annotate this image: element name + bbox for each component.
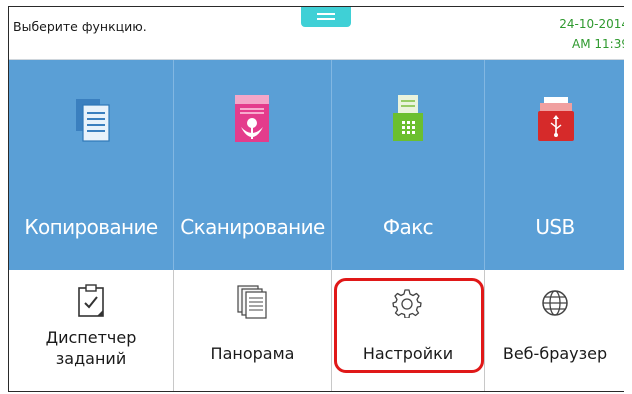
scan-icon (235, 95, 269, 142)
tile-copy-label: Копирование (24, 215, 158, 239)
tile-usb-label: USB (535, 215, 575, 239)
documents-icon (237, 285, 267, 319)
clipboard-check-icon (78, 284, 104, 317)
tile-fax-label: Факс (382, 215, 434, 239)
fax-icon (393, 95, 423, 141)
tile-scan-label: Сканирование (180, 215, 325, 239)
tile-fax[interactable]: Факс (332, 60, 484, 270)
tile-copy[interactable]: Копирование (9, 60, 173, 270)
date-display: 24-10-2014 (559, 17, 624, 31)
settings-highlight-frame (334, 278, 484, 373)
touch-screen: Выберите функцию. 24-10-2014 AM 11:39 Ко… (8, 6, 624, 392)
main-tiles: Копирование Сканирование Факс USB (9, 60, 624, 270)
tile-panorama-label: Панорама (210, 344, 295, 363)
usb-icon (538, 97, 574, 141)
tile-scan[interactable]: Сканирование (174, 60, 331, 270)
tile-job-manager-label-2: заданий (55, 349, 127, 368)
globe-icon (542, 290, 568, 316)
tile-usb[interactable]: USB (485, 60, 624, 270)
status-bar: Выберите функцию. 24-10-2014 AM 11:39 (9, 7, 624, 59)
tile-panorama[interactable]: Панорама (174, 270, 331, 391)
time-display: AM 11:39 (572, 37, 624, 51)
tile-web-browser[interactable]: Веб-браузер (485, 270, 624, 391)
bottom-tiles: Диспетчер заданий Панорама Настройки Веб… (9, 270, 624, 391)
function-prompt: Выберите функцию. (13, 19, 147, 34)
copy-icon (76, 99, 110, 142)
tile-job-manager-label-1: Диспетчер (45, 328, 137, 347)
pull-down-handle[interactable] (301, 7, 351, 27)
tile-web-browser-label: Веб-браузер (502, 344, 608, 363)
tile-job-manager[interactable]: Диспетчер заданий (9, 270, 173, 391)
